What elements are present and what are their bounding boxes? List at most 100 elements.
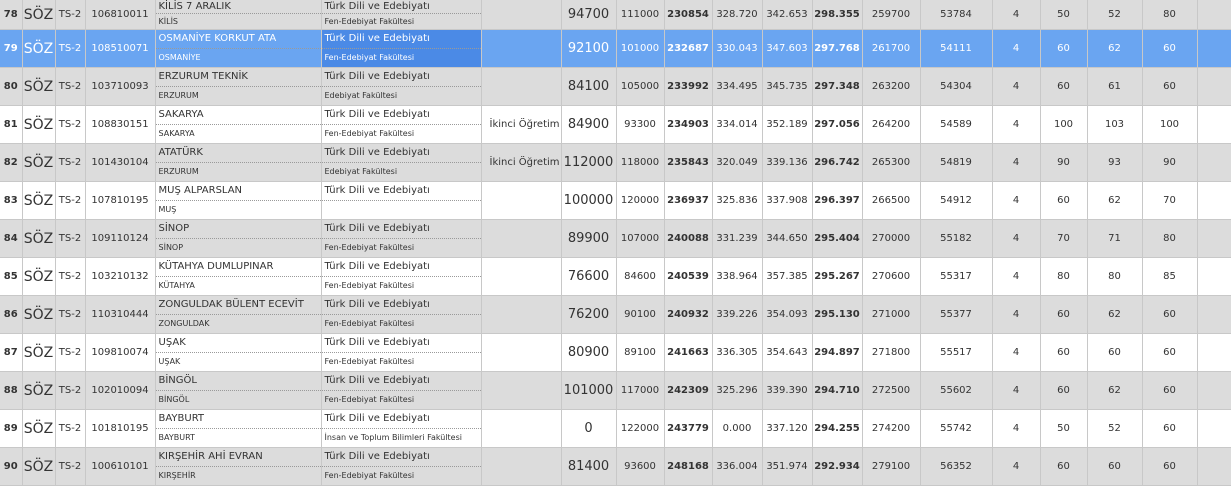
university-cell[interactable]: ZONGULDAK BÜLENT ECEVİT ZONGULDAK	[155, 295, 322, 334]
program-code[interactable]: 107810195	[85, 181, 156, 220]
program-cell[interactable]: Türk Dili ve Edebiyatı Fen-Edebiyat Fakü…	[321, 333, 482, 372]
program-cell[interactable]: Türk Dili ve Edebiyatı Fen-Edebiyat Fakü…	[321, 371, 482, 410]
university-cell[interactable]: UŞAK UŞAK	[155, 333, 322, 372]
program-cell[interactable]: Türk Dili ve Edebiyatı Fen-Edebiyat Fakü…	[321, 219, 482, 258]
program-cell[interactable]: Türk Dili ve Edebiyatı Fen-Edebiyat Fakü…	[321, 447, 482, 486]
table-row[interactable]: 83 SÖZ TS-2 107810195 MUŞ ALPARSLAN MUŞ …	[0, 181, 1231, 220]
col-value-11: 71	[1087, 219, 1143, 258]
program-name[interactable]: Türk Dili ve Edebiyatı	[321, 106, 480, 125]
program-code[interactable]: 106810011	[85, 0, 156, 30]
faculty-name: Fen-Edebiyat Fakültesi	[324, 281, 415, 290]
table-row[interactable]: 85 SÖZ TS-2 103210132 KÜTAHYA DUMLUPINAR…	[0, 257, 1231, 296]
university-name[interactable]: SİNOP	[155, 220, 320, 239]
university-cell[interactable]: KÜTAHYA DUMLUPINAR KÜTAHYA	[155, 257, 322, 296]
program-name[interactable]: Türk Dili ve Edebiyatı	[321, 258, 480, 277]
university-name[interactable]: BAYBURT	[155, 410, 320, 429]
program-cell[interactable]: Türk Dili ve Edebiyatı Edebiyat Fakültes…	[321, 67, 482, 106]
university-name[interactable]: BİNGÖL	[155, 372, 320, 391]
university-name[interactable]: ATATÜRK	[155, 144, 320, 163]
university-name[interactable]: OSMANİYE KORKUT ATA	[155, 30, 320, 49]
education-type	[481, 295, 562, 334]
table-row[interactable]: 88 SÖZ TS-2 102010094 BİNGÖL BİNGÖL Türk…	[0, 371, 1231, 410]
program-name[interactable]: Türk Dili ve Edebiyatı	[321, 296, 480, 315]
program-code[interactable]: 101810195	[85, 409, 156, 448]
col-value-4: 330.043	[712, 29, 763, 68]
university-cell[interactable]: ERZURUM TEKNİK ERZURUM	[155, 67, 322, 106]
program-cell[interactable]: Türk Dili ve Edebiyatı Fen-Edebiyat Fakü…	[321, 295, 482, 334]
table-row[interactable]: 80 SÖZ TS-2 103710093 ERZURUM TEKNİK ERZ…	[0, 67, 1231, 106]
program-cell[interactable]: Türk Dili ve Edebiyatı	[321, 181, 482, 220]
university-cell[interactable]: KIRŞEHİR AHİ EVRAN KIRŞEHİR	[155, 447, 322, 486]
program-code[interactable]: 102010094	[85, 371, 156, 410]
col-value-13: 2	[1197, 371, 1231, 410]
university-cell[interactable]: KİLİS 7 ARALIK KİLİS	[155, 0, 322, 30]
university-name[interactable]: KİLİS 7 ARALIK	[155, 0, 320, 14]
col-value-9: 4	[992, 67, 1041, 106]
col-value-2: 122000	[616, 409, 665, 448]
col-value-7: 270000	[862, 219, 921, 258]
university-name[interactable]: ERZURUM TEKNİK	[155, 68, 320, 87]
col-value-9: 4	[992, 105, 1041, 144]
university-cell[interactable]: MUŞ ALPARSLAN MUŞ	[155, 181, 322, 220]
col-value-13: 2	[1197, 0, 1231, 30]
university-cell[interactable]: SİNOP SİNOP	[155, 219, 322, 258]
col-value-10: 60	[1040, 67, 1088, 106]
col-value-1: 89900	[561, 219, 617, 258]
program-code[interactable]: 103710093	[85, 67, 156, 106]
col-value-11: 60	[1087, 333, 1143, 372]
program-name[interactable]: Türk Dili ve Edebiyatı	[321, 372, 480, 391]
program-cell[interactable]: Türk Dili ve Edebiyatı Fen-Edebiyat Fakü…	[321, 257, 482, 296]
program-name[interactable]: Türk Dili ve Edebiyatı	[321, 220, 480, 239]
program-name[interactable]: Türk Dili ve Edebiyatı	[321, 144, 480, 163]
table-row[interactable]: 87 SÖZ TS-2 109810074 UŞAK UŞAK Türk Dil…	[0, 333, 1231, 372]
university-name[interactable]: KIRŞEHİR AHİ EVRAN	[155, 448, 320, 467]
table-row[interactable]: 79 SÖZ TS-2 108510071 OSMANİYE KORKUT AT…	[0, 29, 1231, 68]
table-row[interactable]: 81 SÖZ TS-2 108830151 SAKARYA SAKARYA Tü…	[0, 105, 1231, 144]
col-value-6: 298.355	[812, 0, 863, 30]
university-name[interactable]: MUŞ ALPARSLAN	[155, 182, 320, 201]
table-row[interactable]: 89 SÖZ TS-2 101810195 BAYBURT BAYBURT Tü…	[0, 409, 1231, 448]
table-row[interactable]: 90 SÖZ TS-2 100610101 KIRŞEHİR AHİ EVRAN…	[0, 447, 1231, 486]
program-code[interactable]: 108830151	[85, 105, 156, 144]
university-cell[interactable]: ATATÜRK ERZURUM	[155, 143, 322, 182]
program-name[interactable]: Türk Dili ve Edebiyatı	[321, 68, 480, 87]
program-name[interactable]: Türk Dili ve Edebiyatı	[321, 30, 480, 49]
col-value-9: 4	[992, 257, 1041, 296]
program-name[interactable]: Türk Dili ve Edebiyatı	[321, 334, 480, 353]
program-code[interactable]: 108510071	[85, 29, 156, 68]
program-cell[interactable]: Türk Dili ve Edebiyatı İnsan ve Toplum B…	[321, 409, 482, 448]
program-name[interactable]: Türk Dili ve Edebiyatı	[321, 182, 480, 201]
university-cell[interactable]: SAKARYA SAKARYA	[155, 105, 322, 144]
university-name[interactable]: ZONGULDAK BÜLENT ECEVİT	[155, 296, 320, 315]
table-row[interactable]: 86 SÖZ TS-2 110310444 ZONGULDAK BÜLENT E…	[0, 295, 1231, 334]
program-code[interactable]: 109110124	[85, 219, 156, 258]
program-code[interactable]: 110310444	[85, 295, 156, 334]
university-name[interactable]: KÜTAHYA DUMLUPINAR	[155, 258, 320, 277]
score-type: SÖZ	[22, 257, 56, 296]
col-value-11: 60	[1087, 447, 1143, 486]
program-name[interactable]: Türk Dili ve Edebiyatı	[321, 0, 480, 14]
program-code[interactable]: 109810074	[85, 333, 156, 372]
table-row[interactable]: 82 SÖZ TS-2 101430104 ATATÜRK ERZURUM Tü…	[0, 143, 1231, 182]
program-code[interactable]: 103210132	[85, 257, 156, 296]
program-cell[interactable]: Türk Dili ve Edebiyatı Fen-Edebiyat Fakü…	[321, 105, 482, 144]
program-cell[interactable]: Türk Dili ve Edebiyatı Edebiyat Fakültes…	[321, 143, 482, 182]
program-name[interactable]: Türk Dili ve Edebiyatı	[321, 410, 480, 429]
program-cell[interactable]: Türk Dili ve Edebiyatı Fen-Edebiyat Fakü…	[321, 29, 482, 68]
university-cell[interactable]: BİNGÖL BİNGÖL	[155, 371, 322, 410]
education-type	[481, 0, 562, 30]
university-cell[interactable]: OSMANİYE KORKUT ATA OSMANİYE	[155, 29, 322, 68]
col-value-4: 331.239	[712, 219, 763, 258]
exam-type: TS-2	[55, 181, 86, 220]
university-name[interactable]: SAKARYA	[155, 106, 320, 125]
table-row[interactable]: 84 SÖZ TS-2 109110124 SİNOP SİNOP Türk D…	[0, 219, 1231, 258]
university-name[interactable]: UŞAK	[155, 334, 320, 353]
university-cell[interactable]: BAYBURT BAYBURT	[155, 409, 322, 448]
program-code[interactable]: 101430104	[85, 143, 156, 182]
table-row[interactable]: 78 SÖZ TS-2 106810011 KİLİS 7 ARALIK KİL…	[0, 0, 1231, 30]
col-value-2: 93600	[616, 447, 665, 486]
col-value-5: 337.908	[762, 181, 813, 220]
program-cell[interactable]: Türk Dili ve Edebiyatı Fen-Edebiyat Fakü…	[321, 0, 482, 30]
program-code[interactable]: 100610101	[85, 447, 156, 486]
program-name[interactable]: Türk Dili ve Edebiyatı	[321, 448, 480, 467]
